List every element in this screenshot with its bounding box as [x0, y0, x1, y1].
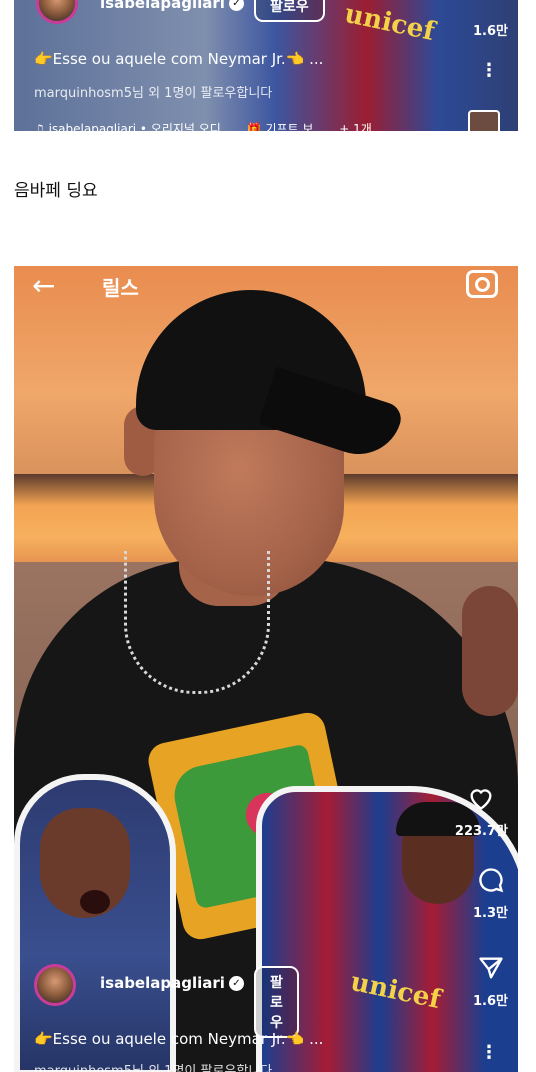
author-name[interactable]: isabelapagliari ✓ [100, 0, 244, 12]
necklace [124, 551, 270, 694]
gift-label: 기프트 보 [265, 122, 314, 131]
post-caption: 음바페 딩요 [14, 181, 98, 201]
followed-by-text: marquinhosm5님 외 1명이 팔로우합니다 [34, 86, 273, 101]
author-name[interactable]: isabelapagliari ✓ [100, 974, 244, 992]
send-icon[interactable] [477, 954, 505, 982]
heart-icon[interactable] [467, 784, 495, 812]
more-icon[interactable]: ⋮ [480, 62, 498, 80]
reel-caption[interactable]: 👉Esse ou aquele com Neymar Jr.👈 ... [34, 1030, 323, 1048]
more-icon[interactable]: ⋮ [480, 1044, 498, 1062]
reels-header: ← 릴스 [14, 266, 518, 306]
audio-label: isabelapagliari • 오리지널 오디 [48, 122, 221, 131]
sticker-player-left [14, 774, 176, 1072]
gift-icon: 🎁 [246, 122, 266, 131]
verified-icon: ✓ [228, 976, 244, 991]
comment-stat: 1.3만 [473, 866, 508, 921]
main-reel-screenshot: unicef ← 릴스 223.7만 1.3만 1.6만 ⋮ isabelapa… [14, 266, 518, 1072]
share-stat: 1.6만 [473, 16, 508, 39]
share-count: 1.6만 [473, 994, 508, 1009]
share-count: 1.6만 [473, 24, 508, 39]
sticker-left-mouth [80, 890, 110, 914]
audio-strip[interactable]: ♫ isabelapagliari • 오리지널 오디 🎁 기프트 보 + 1개 [34, 120, 372, 131]
author-avatar[interactable] [34, 964, 76, 1006]
back-arrow-icon[interactable]: ← [32, 272, 55, 300]
top-reel-screenshot: unicef isabelapagliari ✓ 팔로우 1.6만 ⋮ 👉Esse… [14, 0, 518, 131]
share-stat: 1.6만 [473, 954, 508, 1009]
like-count: 223.7만 [454, 824, 508, 839]
like-stat: 223.7만 [455, 784, 508, 839]
audio-thumbnail[interactable] [468, 110, 500, 131]
comment-count: 1.3만 [473, 906, 508, 921]
follow-button[interactable]: 팔로우 [254, 966, 299, 1038]
collab-label: + 1개 [339, 122, 372, 131]
camera-icon[interactable] [466, 270, 498, 298]
followed-by-text: marquinhosm5님 외 1명이 팔로우합니다 [34, 1064, 273, 1072]
unicef-sticker-text: unicef [347, 966, 444, 1016]
music-icon: ♫ [34, 122, 49, 131]
verified-icon: ✓ [228, 0, 244, 11]
person-hand [462, 586, 518, 716]
reel-caption[interactable]: 👉Esse ou aquele com Neymar Jr.👈 ... [34, 50, 323, 68]
reels-title: 릴스 [102, 276, 139, 300]
comment-icon[interactable] [477, 866, 505, 894]
unicef-sticker-text: unicef [341, 0, 438, 48]
follow-button[interactable]: 팔로우 [254, 0, 325, 22]
author-avatar[interactable] [36, 0, 78, 24]
